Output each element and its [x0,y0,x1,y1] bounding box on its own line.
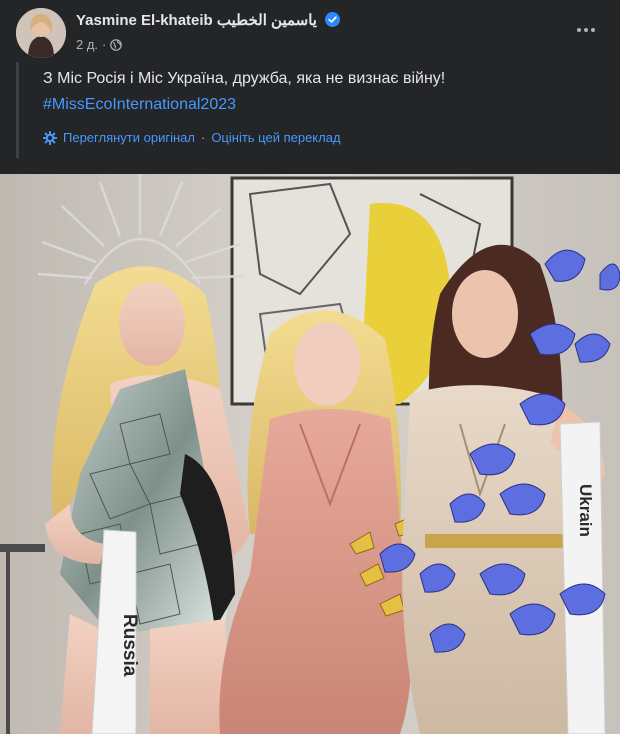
post-header: Yasmine El-khateib ياسمين الخطيب 2 д. · [0,0,620,60]
hashtag-link[interactable]: #MissEcoInternational2023 [43,95,236,115]
sash-label-ukraine: Ukrain [576,484,595,537]
more-dot-icon [584,28,588,32]
sash-label-russia: Russia [119,614,140,677]
avatar[interactable] [16,8,66,58]
more-dot-icon [577,28,581,32]
more-options-button[interactable] [572,18,600,42]
translation-row: Переглянути оригінал · Оцініть цей перек… [43,130,341,145]
gear-translate-icon [43,130,57,145]
verified-badge-icon [325,12,341,27]
post-text-block: З Міс Росія і Міс Україна, дружба, яка н… [16,62,599,158]
meta-separator-dot: · [102,37,107,52]
post-time[interactable]: 2 д. [76,37,98,52]
see-original-link[interactable]: Переглянути оригінал [63,130,195,145]
photo-illustration: Russia Ukrain [0,174,620,734]
author-name[interactable]: Yasmine El-khateib ياسمين الخطيب [76,11,341,29]
rate-translation-link[interactable]: Оцініть цей переклад [211,130,340,145]
more-dot-icon [591,28,595,32]
translate-separator: · [200,130,206,145]
post-text-line: З Міс Росія і Міс Україна, дружба, яка н… [43,70,446,87]
globe-icon [110,38,123,51]
post-photo[interactable]: Russia Ukrain [0,174,620,734]
author-name-text[interactable]: Yasmine El-khateib ياسمين الخطيب [76,12,317,29]
post-meta: 2 д. · [76,37,123,52]
